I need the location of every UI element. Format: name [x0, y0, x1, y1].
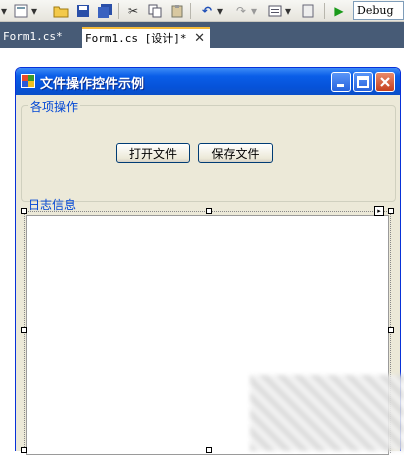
smart-tag-arrow-icon[interactable]: ▸ [374, 206, 384, 216]
close-icon[interactable]: ✕ [194, 29, 205, 49]
toolbar: ▾ ▾ ✂ ↶ ▾ ↷ ▾ ▾ ▶ Debug [0, 0, 404, 22]
tab-form1-cs[interactable]: Form1.cs* [0, 27, 80, 47]
resize-handle[interactable] [21, 447, 27, 453]
resize-handle[interactable] [21, 327, 27, 333]
navigate-icon[interactable] [266, 2, 284, 20]
dropdown-arrow-icon[interactable]: ▾ [30, 2, 38, 20]
new-item-icon[interactable] [12, 2, 30, 20]
open-file-button[interactable]: 打开文件 [116, 143, 190, 163]
dropdown-arrow-icon[interactable]: ▾ [250, 2, 258, 20]
app-icon [21, 74, 35, 88]
save-file-button[interactable]: 保存文件 [198, 143, 273, 163]
document-tabstrip: Form1.cs* Form1.cs [设计]* ✕ [0, 22, 404, 48]
tab-form1-design[interactable]: Form1.cs [设计]* ✕ [82, 27, 210, 48]
maximize-icon [357, 76, 369, 88]
close-icon [380, 77, 390, 87]
resize-handle[interactable] [388, 208, 394, 214]
form-title-bar[interactable]: 文件操作控件示例 [16, 68, 400, 95]
dropdown-arrow-icon[interactable]: ▾ [284, 2, 292, 20]
undo-icon[interactable]: ↶ [198, 2, 216, 20]
dropdown-arrow-icon[interactable]: ▾ [216, 2, 224, 20]
copy-icon[interactable] [146, 2, 164, 20]
dropdown-arrow-icon[interactable]: ▾ [0, 2, 8, 20]
paste-icon[interactable] [168, 2, 186, 20]
operations-group-label: 各项操作 [28, 98, 81, 115]
blurred-region [250, 375, 404, 451]
resize-handle[interactable] [21, 208, 27, 214]
operations-groupbox: 各项操作 打开文件 保存文件 [21, 98, 396, 202]
start-debug-icon[interactable]: ▶ [330, 2, 348, 20]
redo-icon[interactable]: ↷ [232, 2, 250, 20]
resize-handle[interactable] [388, 327, 394, 333]
cut-icon[interactable]: ✂ [124, 2, 142, 20]
save-icon[interactable] [74, 2, 92, 20]
save-all-icon[interactable] [96, 2, 114, 20]
solution-config-combo[interactable]: Debug [353, 1, 404, 20]
tab-label: Form1.cs* [3, 30, 63, 43]
resize-handle[interactable] [206, 208, 212, 214]
close-button[interactable] [375, 72, 395, 92]
find-icon[interactable] [300, 2, 318, 20]
form-title: 文件操作控件示例 [40, 77, 145, 92]
minimize-icon [337, 84, 344, 87]
open-folder-icon[interactable] [52, 2, 70, 20]
tab-label: Form1.cs [设计]* [85, 32, 187, 45]
minimize-button[interactable] [331, 72, 351, 92]
maximize-button[interactable] [353, 72, 373, 92]
resize-handle[interactable] [206, 447, 212, 453]
